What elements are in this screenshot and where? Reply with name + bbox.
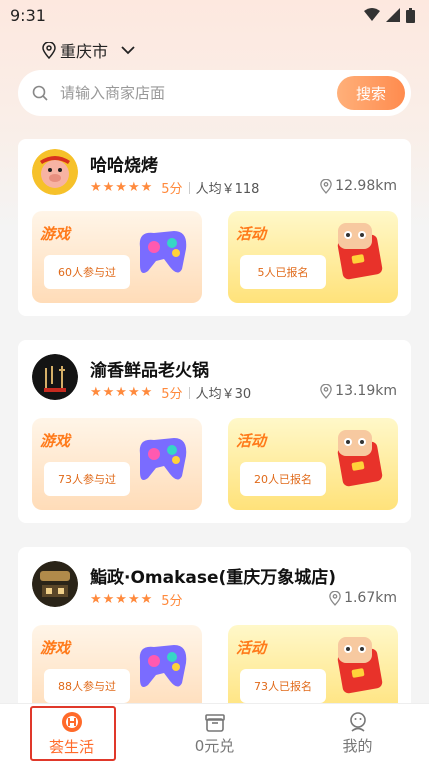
activity-tile-title: 活动 [236,432,267,450]
status-icons [364,7,415,23]
red-envelope-icon [337,430,383,487]
activity-signups: 20人已报名 [240,462,326,496]
location-selector[interactable]: 重庆市 [42,38,136,62]
game-tile-title: 游戏 [40,639,71,657]
battery-icon [406,7,415,23]
star-rating: ★★★★★ [90,180,154,195]
location-pin-icon [320,178,332,194]
search-button[interactable]: 搜索 [337,76,405,110]
location-pin-icon [320,383,332,399]
rating-score: 5分 [161,182,183,197]
game-tile-title: 游戏 [40,225,71,243]
store-header: 鮨政·Omakase(重庆万象城店) ★★★★★ 5分 1.67km [32,561,397,611]
distance-value: 13.19km [335,383,397,399]
rating-score: 5分 [161,387,183,402]
distance-value: 12.98km [335,178,397,194]
divider [188,181,190,194]
store-card[interactable]: 哈哈烧烤 ★★★★★ 5分 人均￥118 12.98km 游戏 60人参与过 活… [18,139,411,316]
distance: 12.98km [320,178,397,194]
tab-redeem[interactable]: 0元兑 [143,704,286,763]
location-pin-icon [329,590,341,606]
store-header: 哈哈烧烤 ★★★★★ 5分 人均￥118 12.98km [32,149,397,199]
activity-tile[interactable]: 活动 20人已报名 [228,418,398,510]
store-name: 哈哈烧烤 [90,156,158,176]
status-time: 9:31 [10,5,46,25]
gamepad-icon [139,645,187,687]
gamepad-icon [139,438,187,480]
game-tile[interactable]: 游戏 73人参与过 [32,418,202,510]
rating-score: 5分 [161,594,183,609]
game-participants: 60人参与过 [44,255,130,289]
rating-row: ★★★★★ 5分 [90,590,183,609]
store-avatar [32,149,78,195]
tab-redeem-label: 0元兑 [194,737,235,755]
activity-signups: 5人已报名 [240,255,326,289]
search-icon [32,85,48,101]
rating-row: ★★★★★ 5分 人均￥118 [90,178,259,197]
game-tile[interactable]: 游戏 60人参与过 [32,211,202,303]
user-icon [349,712,366,732]
activity-tile-title: 活动 [236,639,267,657]
store-header: 渝香鲜品老火锅 ★★★★★ 5分 人均￥30 13.19km [32,354,397,404]
gift-box-icon [204,714,225,732]
store-avatar [32,354,78,400]
chevron-down-icon [121,46,135,55]
store-avatar [32,561,78,607]
tab-profile-label: 我的 [342,737,373,755]
distance: 1.67km [329,590,397,606]
city-label: 重庆市 [60,42,109,61]
distance-value: 1.67km [344,590,397,606]
gamepad-icon [139,231,187,273]
selection-highlight [30,706,116,761]
game-tile-title: 游戏 [40,432,71,450]
signal-icon [386,8,400,22]
activity-signups: 73人已报名 [240,669,326,703]
activity-tile-title: 活动 [236,225,267,243]
rating-row: ★★★★★ 5分 人均￥30 [90,383,251,402]
store-card[interactable]: 鮨政·Omakase(重庆万象城店) ★★★★★ 5分 1.67km 游戏 88… [18,547,411,727]
distance: 13.19km [320,383,397,399]
store-card[interactable]: 渝香鲜品老火锅 ★★★★★ 5分 人均￥30 13.19km 游戏 73人参与过… [18,340,411,523]
bottom-tab-bar: 荟生活 0元兑 我的 [0,703,429,763]
search-input[interactable] [60,84,337,102]
divider [188,386,190,399]
red-envelope-icon [337,637,383,694]
store-name: 渝香鲜品老火锅 [90,361,209,381]
average-price: 人均￥118 [195,182,260,197]
store-name: 鮨政·Omakase(重庆万象城店) [90,568,337,588]
search-bar: 搜索 [18,70,411,116]
star-rating: ★★★★★ [90,385,154,400]
tab-profile[interactable]: 我的 [286,704,429,763]
star-rating: ★★★★★ [90,592,154,607]
red-envelope-icon [337,223,383,280]
average-price: 人均￥30 [195,387,252,402]
activity-tile[interactable]: 活动 5人已报名 [228,211,398,303]
game-participants: 73人参与过 [44,462,130,496]
game-participants: 88人参与过 [44,669,130,703]
location-pin-icon [42,41,56,59]
status-bar: 9:31 [0,0,429,30]
wifi-icon [364,8,380,21]
